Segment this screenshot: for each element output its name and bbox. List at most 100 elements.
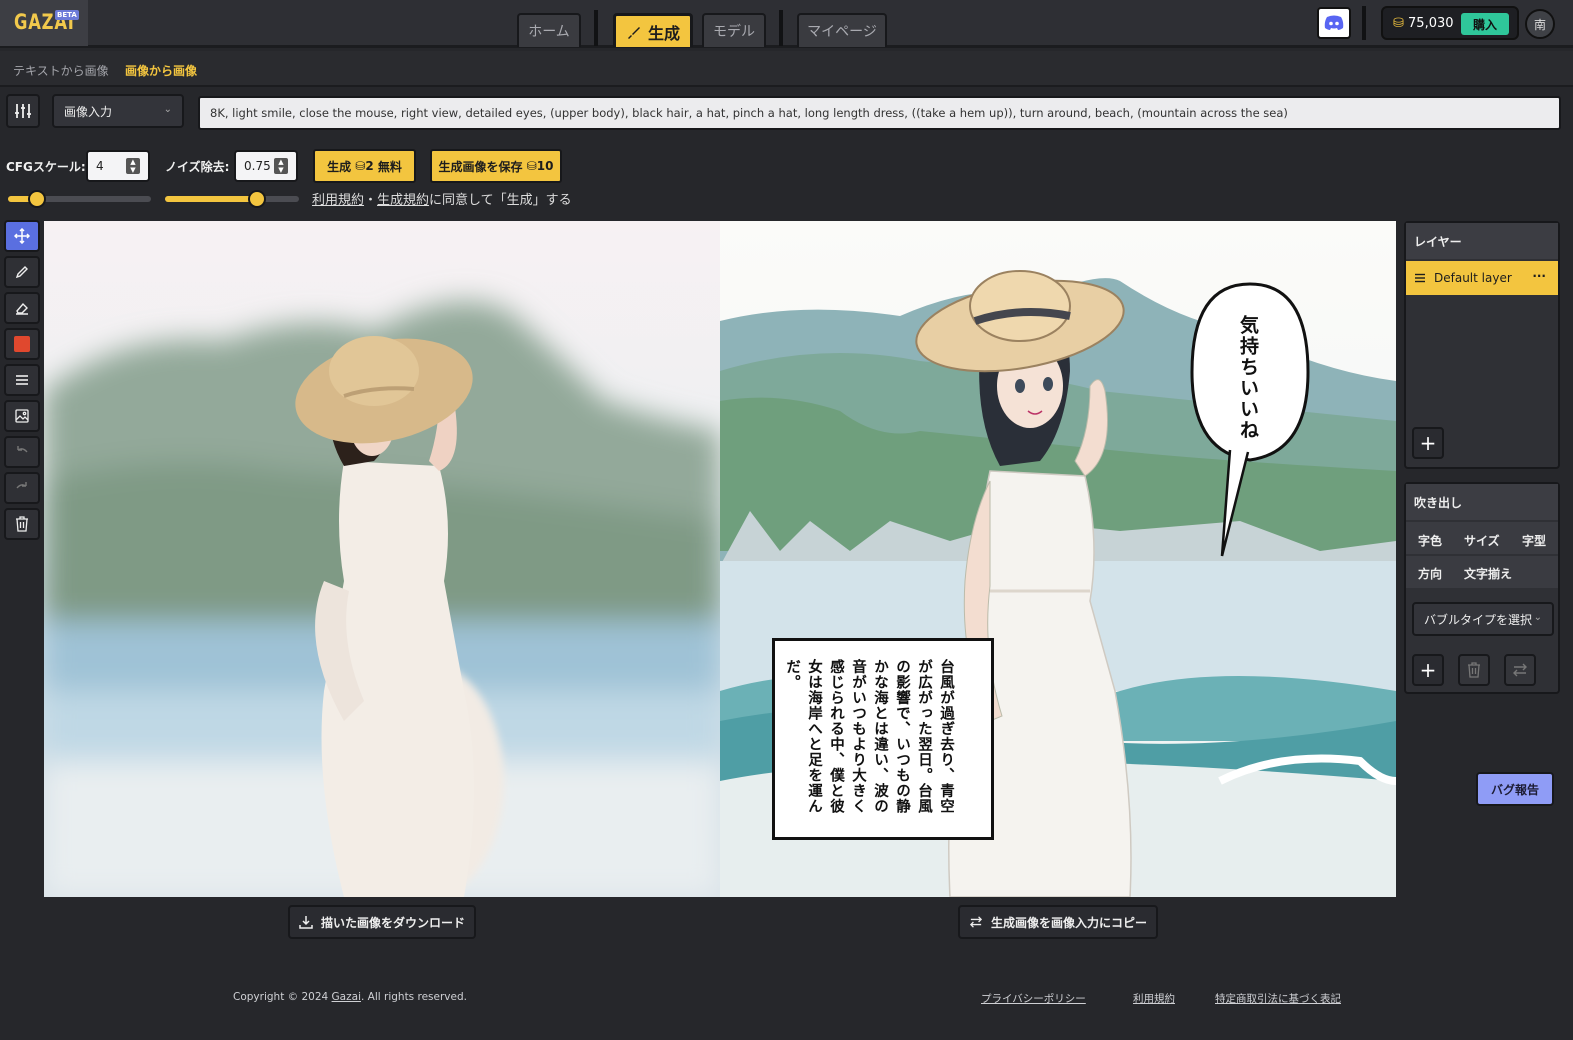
pen-tool[interactable] [4, 256, 40, 288]
nav-divider [594, 10, 598, 46]
save-cost: 10 [536, 159, 554, 173]
tab-models[interactable]: モデル [702, 13, 766, 47]
discord-icon [1324, 15, 1344, 30]
cfg-slider[interactable] [8, 190, 151, 208]
cfg-spinner[interactable]: ▲ ▼ [126, 158, 140, 174]
direction-option[interactable]: 方向 [1418, 565, 1442, 582]
noise-slider-handle[interactable] [248, 190, 267, 208]
coin-icon: ⛁ [351, 159, 366, 173]
layers-panel-title: レイヤー [1406, 223, 1558, 259]
bubble-type-value: バブルタイプを選択 [1424, 612, 1533, 627]
beta-badge: BETA [55, 10, 79, 20]
plus-icon: + [1419, 658, 1437, 682]
subtab-text-to-image[interactable]: テキストから画像 [13, 62, 109, 79]
lines-icon [16, 375, 28, 385]
brush-icon [627, 26, 640, 39]
copy-to-input-label: 生成画像を画像入力にコピー [990, 915, 1147, 930]
noise-slider[interactable] [165, 190, 299, 208]
stroke-width-tool[interactable] [4, 364, 40, 396]
pencil-icon [15, 266, 28, 279]
swap-icon [1513, 663, 1527, 677]
noise-value: 0.75 [244, 159, 271, 173]
download-label: 描いた画像をダウンロード [320, 915, 465, 930]
undo-icon [17, 446, 28, 453]
tab-home[interactable]: ホーム [517, 13, 581, 47]
coin-amount: 75,030 [1408, 16, 1454, 31]
speech-bubble-text: 気持ちいいね [1237, 315, 1259, 441]
coin-balance-value: ⛁ 75,030 [1393, 16, 1454, 31]
cfg-value: 4 [96, 159, 104, 173]
input-mode-select[interactable]: 画像入力 ⌄ [52, 94, 184, 128]
eraser-icon [16, 302, 28, 315]
gazai-link[interactable]: Gazai [332, 991, 361, 1003]
font-option[interactable]: 字型 [1522, 532, 1546, 549]
eraser-tool[interactable] [4, 292, 40, 324]
top-bar: GAZAI BETA ホーム 生成 モデル マイページ ⛁ 75,030 購入 … [0, 0, 1573, 48]
image-tool[interactable] [4, 400, 40, 432]
buy-button[interactable]: 購入 [1461, 13, 1509, 35]
generate-label: 生成 [327, 159, 352, 174]
drag-handle-icon[interactable] [1414, 273, 1426, 283]
more-options-icon[interactable]: ··· [1532, 269, 1546, 283]
trash-icon [1468, 662, 1480, 678]
text-color-option[interactable]: 字色 [1418, 532, 1442, 549]
flip-bubble-button[interactable] [1504, 654, 1536, 686]
cfg-input[interactable]: 4 ▲ ▼ [86, 150, 150, 182]
chevron-down-icon: ⌄ [1533, 612, 1542, 623]
discord-button[interactable] [1317, 7, 1351, 39]
nav-divider [779, 10, 783, 46]
sliders-icon [15, 104, 31, 118]
delete-bubble-button[interactable] [1458, 654, 1490, 686]
cfg-slider-handle[interactable] [27, 190, 46, 208]
copy-to-input-button[interactable]: 生成画像を画像入力にコピー [958, 905, 1158, 939]
download-drawing-button[interactable]: 描いた画像をダウンロード [288, 905, 476, 939]
noise-spinner[interactable]: ▲ ▼ [274, 158, 288, 174]
generation-terms-link[interactable]: 生成規約 [377, 193, 429, 208]
redo-button[interactable] [4, 472, 40, 504]
logo-area[interactable]: GAZAI BETA [0, 0, 88, 46]
agree-suffix: に同意して「生成」する [429, 193, 572, 208]
bubble-type-select[interactable]: バブルタイプを選択 ⌄ [1412, 602, 1554, 636]
noise-slider-fill [165, 196, 258, 202]
terms-link[interactable]: 利用規約 [312, 193, 364, 208]
coin-icon: ⛁ [1393, 16, 1409, 31]
narration-box[interactable]: 台風が過ぎ去り、青空が広がった翌日。台風の影響で、いつもの静かな海とは違い、波の… [772, 638, 994, 840]
cfg-label: CFGスケール: [6, 160, 86, 174]
color-picker[interactable] [4, 328, 40, 360]
tab-generate-label: 生成 [647, 23, 680, 43]
add-bubble-button[interactable]: + [1412, 654, 1444, 686]
tab-mypage-label: マイページ [807, 24, 877, 40]
download-icon [299, 916, 313, 929]
bug-report-button[interactable]: バグ報告 [1476, 772, 1554, 806]
color-swatch [14, 336, 30, 352]
tab-models-label: モデル [713, 24, 755, 40]
coin-balance: ⛁ 75,030 購入 [1381, 6, 1519, 40]
tab-home-label: ホーム [528, 24, 570, 40]
generate-button[interactable]: 生成 ⛁ 2 無料 [313, 149, 416, 183]
input-photo [44, 221, 720, 897]
alignment-option[interactable]: 文字揃え [1464, 565, 1512, 582]
add-layer-button[interactable]: + [1412, 427, 1444, 459]
speech-bubble-panel-title: 吹き出し [1406, 484, 1558, 520]
swap-icon [969, 916, 983, 928]
commercial-law-link[interactable]: 特定商取引法に基づく表記 [1215, 991, 1341, 1006]
agree-separator: ・ [364, 193, 378, 208]
move-tool[interactable] [4, 220, 40, 252]
tab-mypage[interactable]: マイページ [797, 13, 887, 47]
tab-generate[interactable]: 生成 [613, 13, 693, 47]
noise-input[interactable]: 0.75 ▲ ▼ [234, 150, 298, 182]
avatar[interactable]: 南 [1525, 9, 1555, 39]
subtab-image-to-image[interactable]: 画像から画像 [125, 62, 197, 79]
layer-item-default[interactable]: Default layer ··· [1406, 261, 1558, 295]
delete-button[interactable] [4, 508, 40, 540]
settings-button[interactable] [6, 94, 40, 128]
prompt-input[interactable]: 8K, light smile, close the mouse, right … [198, 96, 1561, 130]
generate-free: 無料 [377, 159, 402, 174]
terms-footer-link[interactable]: 利用規約 [1133, 991, 1175, 1006]
trash-icon [16, 516, 28, 532]
privacy-policy-link[interactable]: プライバシーポリシー [981, 991, 1086, 1006]
save-generated-button[interactable]: 生成画像を保存 ⛁ 10 [430, 149, 562, 183]
text-size-option[interactable]: サイズ [1464, 532, 1500, 549]
save-label: 生成画像を保存 [438, 159, 523, 174]
undo-button[interactable] [4, 436, 40, 468]
